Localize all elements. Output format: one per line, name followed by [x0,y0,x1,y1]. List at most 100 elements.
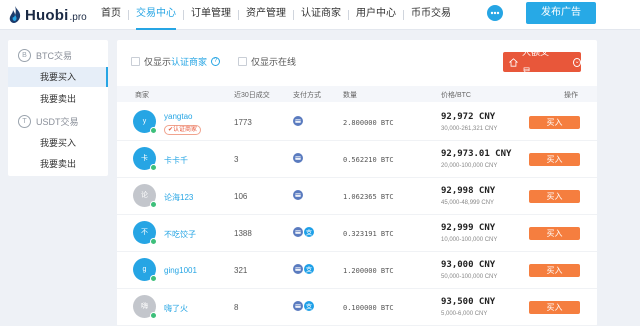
checkbox[interactable] [238,56,248,66]
filter-label: 仅显示 [144,56,172,67]
bank-card-icon [293,190,303,200]
avatar[interactable]: 不 [133,221,157,245]
col-trades-30d: 近30日成交 [234,92,270,99]
avatar[interactable]: 论 [133,184,157,208]
trades-30d: 3 [234,155,239,164]
buy-button[interactable]: 买入 [529,190,580,203]
checkbox[interactable] [131,56,140,66]
avatar[interactable]: y [133,110,157,134]
nav-certified-merchants[interactable]: 认证商家 [294,0,348,30]
alipay-icon: 支 [304,264,314,274]
buy-button[interactable]: 买入 [529,227,580,240]
bulk-trade-icon [509,57,518,67]
avatar[interactable]: g [133,258,157,282]
only-online-filter[interactable]: 仅显示在线 [238,55,296,68]
bank-card-icon [293,227,303,237]
buy-button[interactable]: 买入 [529,153,580,166]
online-status-dot [150,312,157,319]
avatar-initial: 嗨 [141,303,148,310]
col-price: 价格/BTC [441,92,471,99]
online-status-dot [150,238,157,245]
sidebar-item-btc-sell[interactable]: 我要卖出 [8,89,108,109]
bank-card-icon [293,301,303,311]
nav-assets[interactable]: 资产管理 [239,0,293,30]
svg-text:支: 支 [306,227,313,236]
question-icon[interactable]: ? [211,56,221,66]
quantity: 0.323191 BTC [343,230,394,238]
chevron-down-icon: ⌄ [573,57,581,67]
sidebar-item-usdt-sell[interactable]: 我要卖出 [8,154,108,174]
sidebar-group-btc: B BTC交易 [18,47,72,63]
trades-30d: 106 [234,192,248,201]
sidebar-item-usdt-buy[interactable]: 我要买入 [8,133,108,153]
online-status-dot [150,275,157,282]
table-row: 卡 卡卡千 3 0.562210 BTC 92,973.01 CNY 20,000-100… [117,141,597,178]
certified-merchant-link[interactable]: 认证商家 [171,55,207,68]
payment-methods [293,190,304,200]
avatar-initial: 论 [141,192,148,199]
price: 92,998 CNY [441,186,496,196]
merchant-name[interactable]: ging1001 [164,266,197,275]
merchant-name[interactable]: 论海123 [164,192,193,203]
trade-limit: 5,000-6,000 CNY [441,311,488,317]
payment-methods: 支 [293,264,315,274]
certified-badge-label: 认证商家 [173,127,198,133]
nav-coin-trading[interactable]: 币币交易 [404,0,458,30]
table-header: 商家 近30日成交 支付方式 数量 价格/BTC 操作 [117,86,597,102]
nav-orders[interactable]: 订单管理 [184,0,238,30]
table-row: g ging1001 321 支 1.200000 BTC 93,000 CNY 50,00… [117,252,597,289]
trades-30d: 1388 [234,229,252,238]
avatar-initial: y [142,118,147,125]
sidebar-group-title: USDT交易 [36,116,79,127]
merchant-name[interactable]: 不吃饺子 [164,229,196,240]
price: 92,999 CNY [441,223,496,233]
price: 92,973.01 CNY [441,149,512,159]
alipay-icon: 支 [304,227,314,237]
nav-home[interactable]: 首页 [94,0,128,30]
payment-methods [293,153,304,163]
trade-limit: 10,000-100,000 CNY [441,237,498,243]
chat-icon[interactable] [487,5,503,21]
trades-30d: 8 [234,303,239,312]
filter-label: 仅显示在线 [251,56,297,67]
bulk-trade-button[interactable]: 大额交易 ⌄ [503,47,581,77]
col-quantity: 数量 [343,92,357,99]
col-action: 操作 [564,92,578,99]
merchant-name[interactable]: 嗨了火 [164,303,188,314]
nav-trade-center[interactable]: 交易中心 [129,0,183,30]
ad-listing-panel: 仅显示 认证商家 ? 仅显示在线 大额交易 ⌄ 商家 近30日成交 支付方式 数… [117,40,597,326]
usdt-icon: T [18,114,31,128]
buy-button[interactable]: 买入 [529,116,580,129]
merchant-name[interactable]: yangtao [164,112,192,121]
nav-user-center[interactable]: 用户中心 [349,0,403,30]
merchant-name[interactable]: 卡卡千 [164,155,188,166]
quantity: 1.200000 BTC [343,267,394,275]
sidebar-item-btc-buy[interactable]: 我要买入 [8,67,108,87]
avatar[interactable]: 嗨 [133,295,157,319]
btc-icon: B [18,48,31,62]
table-row: 论 论海123 106 1.062365 BTC 92,998 CNY 45,000-48… [117,178,597,215]
online-status-dot [150,201,157,208]
trades-30d: 1773 [234,118,252,127]
flame-logo-icon [9,6,21,23]
avatar[interactable]: 卡 [133,147,157,171]
huobi-logo[interactable]: Huobi .pro [8,5,87,25]
top-header: Huobi .pro 首页 交易中心 订单管理 资产管理 认证商家 用户中心 币… [0,0,640,30]
online-status-dot [150,164,157,171]
sidebar-group-title: BTC交易 [36,50,73,61]
table-row: y yangtao ✔认证商家 1773 2.800000 BTC 92,972 CNY 3… [117,104,597,141]
sidebar: B BTC交易 我要买入 我要卖出 T USDT交易 我要买入 我要卖出 [8,40,108,176]
buy-button[interactable]: 买入 [529,301,580,314]
trade-limit: 45,000-48,999 CNY [441,200,495,206]
bank-card-icon [293,116,303,126]
publish-ad-button[interactable]: 发布广告 [526,2,596,24]
buy-button[interactable]: 买入 [529,264,580,277]
only-certified-filter[interactable]: 仅显示 认证商家 ? [131,55,221,68]
online-status-dot [150,127,157,134]
alipay-icon: 支 [304,301,314,311]
avatar-initial: g [142,266,147,273]
svg-text:支: 支 [306,301,313,310]
bank-card-icon [293,264,303,274]
bulk-trade-label: 大额交易 [521,47,549,77]
table-row: 嗨 嗨了火 8 支 0.100000 BTC 93,500 CNY 5,000-6,000 … [117,289,597,326]
